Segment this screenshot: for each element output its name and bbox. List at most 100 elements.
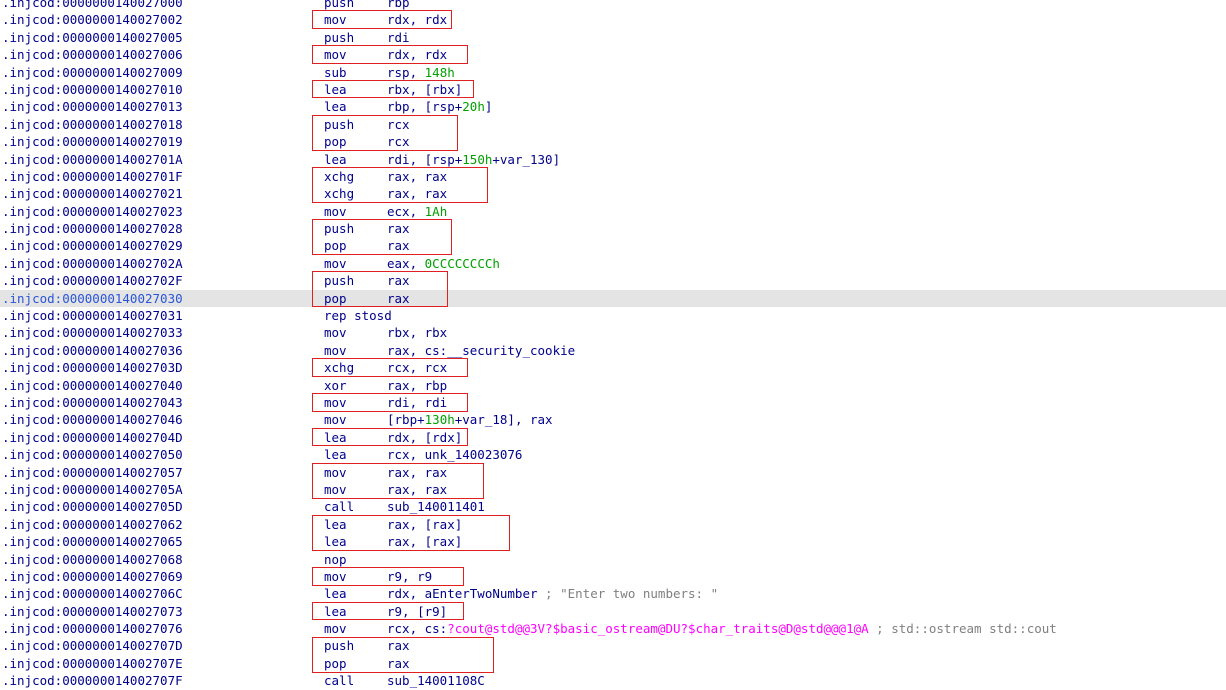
line-address[interactable]: .injcod:0000000140027046 — [2, 411, 183, 428]
instruction-mnemonic[interactable]: push — [324, 272, 354, 289]
instruction-mnemonic[interactable]: xor — [324, 377, 347, 394]
code-line[interactable]: .injcod:000000014002703D xchg rcx, rcx — [0, 359, 1226, 376]
instruction-mnemonic[interactable]: pop — [324, 133, 347, 150]
selected-code-line[interactable]: .injcod:0000000140027030 pop rax — [0, 289, 1226, 308]
instruction-mnemonic[interactable]: lea — [324, 446, 347, 463]
instruction-operands[interactable]: rcx, unk_140023076 — [387, 446, 522, 463]
instruction-operands[interactable]: rax, rax — [387, 464, 447, 481]
instruction-operands[interactable]: rax — [387, 237, 410, 254]
code-line[interactable]: .injcod:0000000140027062 lea rax, [rax] — [0, 516, 1226, 533]
code-line[interactable]: .injcod:0000000140027010 lea rbx, [rbx] — [0, 81, 1226, 98]
instruction-mnemonic[interactable]: mov — [324, 324, 347, 341]
instruction-operands[interactable]: rdx, aEnterTwoNumber ; "Enter two number… — [387, 585, 718, 602]
code-line[interactable]: .injcod:0000000140027050 lea rcx, unk_1400… — [0, 446, 1226, 463]
line-address[interactable]: .injcod:0000000140027036 — [2, 342, 183, 359]
code-line[interactable]: .injcod:000000014002707F call sub_14001108… — [0, 672, 1226, 689]
instruction-mnemonic[interactable]: lea — [324, 533, 347, 550]
operand-text[interactable]: rcx — [387, 134, 410, 149]
instruction-operands[interactable]: r9, r9 — [387, 568, 432, 585]
instruction-mnemonic[interactable]: lea — [324, 585, 347, 602]
operand-text[interactable]: +var_130] — [492, 152, 560, 167]
code-line[interactable]: .injcod:000000014002705D call sub_14001140… — [0, 498, 1226, 515]
operand-text[interactable]: rcx, cs: — [387, 621, 447, 636]
instruction-operands[interactable]: rbp, [rsp+20h] — [387, 98, 492, 115]
operand-text[interactable]: rcx — [387, 117, 410, 132]
instruction-mnemonic[interactable]: xchg — [324, 359, 354, 376]
instruction-operands[interactable]: rbp — [387, 0, 410, 11]
operand-text[interactable]: ] — [485, 99, 493, 114]
line-address[interactable]: .injcod:000000014002701A — [2, 151, 183, 168]
line-address[interactable]: .injcod:000000014002702F — [2, 272, 183, 289]
operand-text[interactable]: rdi, rdi — [387, 395, 447, 410]
instruction-operands[interactable]: rax — [387, 655, 410, 672]
instruction-mnemonic[interactable]: mov — [324, 203, 347, 220]
operand-text[interactable]: rax — [387, 291, 410, 306]
line-address[interactable]: .injcod:000000014002707F — [2, 672, 183, 689]
instruction-operands[interactable]: sub_140011401 — [387, 498, 485, 515]
instruction-operands[interactable]: rax — [387, 290, 410, 307]
instruction-operands[interactable]: rdx, [rdx] — [387, 429, 462, 446]
code-line[interactable]: .injcod:000000014002705A mov rax, rax — [0, 481, 1226, 498]
instruction-operands[interactable]: rdx, rdx — [387, 11, 447, 28]
instruction-mnemonic[interactable]: lea — [324, 98, 347, 115]
operand-text[interactable]: rax, rbp — [387, 378, 447, 393]
line-address[interactable]: .injcod:0000000140027009 — [2, 64, 183, 81]
line-address[interactable]: .injcod:0000000140027057 — [2, 464, 183, 481]
line-address[interactable]: .injcod:0000000140027030 — [2, 290, 183, 307]
operand-text[interactable]: rdi, [rsp+ — [387, 152, 462, 167]
instruction-mnemonic[interactable]: pop — [324, 290, 347, 307]
operand-text[interactable]: rsp, — [387, 65, 425, 80]
numeric-constant[interactable]: 20h — [462, 99, 485, 114]
code-line[interactable]: .injcod:0000000140027065 lea rax, [rax] — [0, 533, 1226, 550]
code-line[interactable]: .injcod:0000000140027069 mov r9, r9 — [0, 568, 1226, 585]
instruction-mnemonic[interactable]: mov — [324, 620, 347, 637]
code-line[interactable]: .injcod:0000000140027028 push rax — [0, 220, 1226, 237]
instruction-mnemonic[interactable]: xchg — [324, 168, 354, 185]
operand-text[interactable]: rcx, unk_140023076 — [387, 447, 522, 462]
line-address[interactable]: .injcod:0000000140027073 — [2, 603, 183, 620]
line-address[interactable]: .injcod:000000014002705D — [2, 498, 183, 515]
instruction-operands[interactable]: rax — [387, 272, 410, 289]
instruction-operands[interactable]: rax, rax — [387, 168, 447, 185]
operand-text[interactable]: rax, [rax] — [387, 517, 462, 532]
instruction-mnemonic[interactable]: mov — [324, 411, 347, 428]
line-address[interactable]: .injcod:0000000140027033 — [2, 324, 183, 341]
operand-text[interactable]: rbx, rbx — [387, 325, 447, 340]
line-address[interactable]: .injcod:0000000140027043 — [2, 394, 183, 411]
operand-text[interactable]: rax — [387, 656, 410, 671]
code-line[interactable]: .injcod:0000000140027057 mov rax, rax — [0, 464, 1226, 481]
operand-text[interactable]: rdx, rdx — [387, 12, 447, 27]
code-line[interactable]: .injcod:0000000140027006 mov rdx, rdx — [0, 46, 1226, 63]
line-address[interactable]: .injcod:0000000140027050 — [2, 446, 183, 463]
instruction-mnemonic[interactable]: mov — [324, 464, 347, 481]
line-address[interactable]: .injcod:0000000140027069 — [2, 568, 183, 585]
numeric-constant[interactable]: 1Ah — [425, 204, 448, 219]
instruction-operands[interactable]: rax — [387, 637, 410, 654]
code-line[interactable]: .injcod:0000000140027040 xor rax, rbp — [0, 377, 1226, 394]
code-line[interactable]: .injcod:000000014002706C lea rdx, aEnterTw… — [0, 585, 1226, 602]
numeric-constant[interactable]: 0CCCCCCCCh — [425, 256, 500, 271]
instruction-operands[interactable]: rcx — [387, 116, 410, 133]
operand-text[interactable]: rbp, [rsp+ — [387, 99, 462, 114]
line-address[interactable]: .injcod:000000014002707D — [2, 637, 183, 654]
operand-text[interactable]: rax, rax — [387, 169, 447, 184]
instruction-operands[interactable]: ecx, 1Ah — [387, 203, 447, 220]
instruction-operands[interactable]: rax, [rax] — [387, 516, 462, 533]
code-line[interactable]: .injcod:0000000140027009 sub rsp, 148h — [0, 64, 1226, 81]
operand-text[interactable]: rax, [rax] — [387, 534, 462, 549]
line-address[interactable]: .injcod:0000000140027068 — [2, 551, 183, 568]
code-line[interactable]: .injcod:000000014002701A lea rdi, [rsp+150… — [0, 151, 1226, 168]
instruction-operands[interactable]: [rbp+130h+var_18], rax — [387, 411, 553, 428]
imported-symbol[interactable]: ?cout@std@@3V?$basic_ostream@DU?$char_tr… — [447, 621, 868, 636]
line-address[interactable]: .injcod:0000000140027040 — [2, 377, 183, 394]
instruction-operands[interactable]: rax, rax — [387, 185, 447, 202]
code-line[interactable]: .injcod:0000000140027076 mov rcx, cs:?cout… — [0, 620, 1226, 637]
line-address[interactable]: .injcod:0000000140027031 — [2, 307, 183, 324]
operand-text[interactable]: rdx, rdx — [387, 47, 447, 62]
operand-text[interactable]: rdx, [rdx] — [387, 430, 462, 445]
instruction-operands[interactable]: rsp, 148h — [387, 64, 455, 81]
line-address[interactable]: .injcod:0000000140027065 — [2, 533, 183, 550]
instruction-operands[interactable]: rdi — [387, 29, 410, 46]
code-line[interactable]: .injcod:0000000140027073 lea r9, [r9] — [0, 603, 1226, 620]
instruction-operands[interactable]: rcx, cs:?cout@std@@3V?$basic_ostream@DU?… — [387, 620, 1057, 637]
